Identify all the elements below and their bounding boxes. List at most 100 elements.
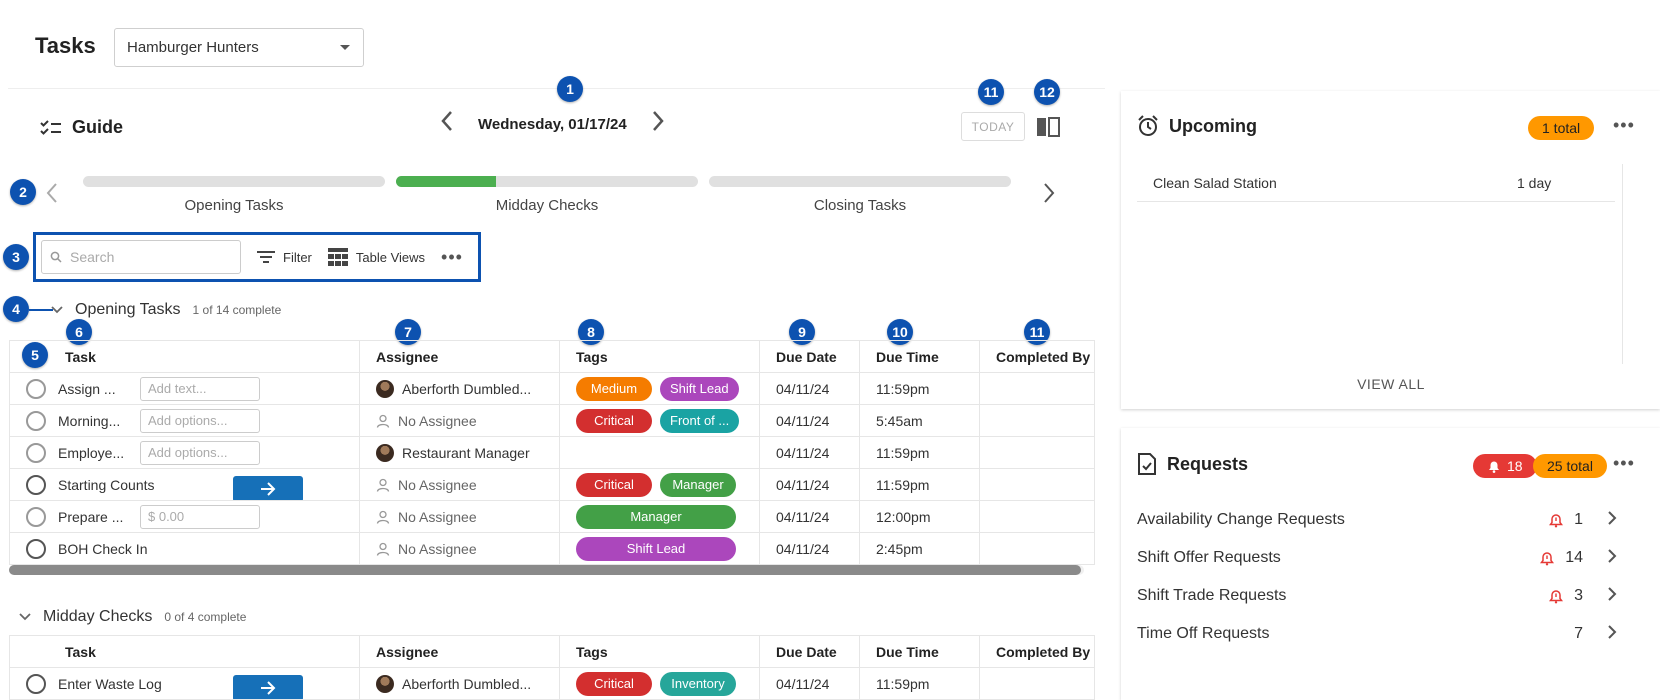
column-header-completed-by[interactable]: Completed By [979, 340, 1095, 373]
location-select-value: Hamburger Hunters [127, 39, 259, 56]
upcoming-total-badge: 1 total [1528, 116, 1595, 140]
date-navigation: Wednesday, 01/17/24 [440, 110, 665, 138]
table-row[interactable]: BOH Check In No Assignee Shift Lead 04/11/2… [9, 532, 1095, 565]
section-midday-checks[interactable]: Midday Checks 0 of 4 complete [19, 608, 246, 626]
section-opening-tasks[interactable]: Opening Tasks 1 of 14 complete [51, 301, 281, 319]
table-row[interactable]: Starting Counts No Assignee Critical Manage… [9, 468, 1095, 501]
column-header-due-time[interactable]: Due Time [859, 340, 980, 373]
table-header-row: Task Assignee Tags Due Date Due Time Com… [9, 635, 1095, 668]
search-placeholder: Search [70, 249, 115, 265]
column-header-task[interactable]: Task [9, 340, 360, 373]
filter-button[interactable]: Filter [257, 250, 312, 265]
task-response-input[interactable]: Add text... [140, 376, 260, 401]
table-row[interactable]: Assign ... Add text... Aberforth Dumbled..… [9, 372, 1095, 405]
open-task-button[interactable] [233, 674, 303, 699]
assignee-name[interactable]: Aberforth Dumbled... [402, 676, 531, 692]
view-all-link[interactable]: VIEW ALL [1121, 376, 1660, 392]
task-name[interactable]: BOH Check In [58, 541, 258, 557]
complete-checkbox[interactable] [26, 673, 46, 694]
assignee-name[interactable]: Aberforth Dumbled... [402, 381, 531, 397]
scrollbar-thumb[interactable] [9, 565, 1081, 575]
assignee-name[interactable]: No Assignee [398, 541, 477, 557]
tasks-page: Tasks Hamburger Hunters Guide Wednesday,… [0, 0, 1660, 700]
due-date: 04/11/24 [759, 436, 860, 469]
chevron-right-icon[interactable] [1583, 585, 1617, 606]
task-name[interactable]: Enter Waste Log [58, 676, 258, 692]
request-row[interactable]: Shift Offer Requests 14 [1137, 547, 1617, 568]
arrow-right-icon [261, 680, 276, 695]
location-select[interactable]: Hamburger Hunters [114, 28, 364, 67]
complete-checkbox[interactable] [26, 506, 46, 527]
complete-checkbox[interactable] [26, 410, 46, 431]
assignee-name[interactable]: Restaurant Manager [402, 445, 530, 461]
assignee-name[interactable]: No Assignee [398, 477, 477, 493]
previous-day-icon[interactable] [440, 110, 454, 138]
horizontal-scrollbar[interactable] [9, 565, 1084, 575]
column-header-tags[interactable]: Tags [559, 340, 760, 373]
task-name[interactable]: Prepare ... [58, 509, 128, 525]
request-row[interactable]: Availability Change Requests 1 [1137, 509, 1617, 530]
chevron-right-icon[interactable] [1583, 547, 1617, 568]
complete-checkbox[interactable] [26, 442, 46, 463]
assignee-name[interactable]: No Assignee [398, 413, 477, 429]
task-name[interactable]: Morning... [58, 413, 128, 429]
table-views-button[interactable]: Table Views [327, 248, 425, 266]
upcoming-heading: Upcoming [1137, 115, 1257, 137]
task-name[interactable]: Assign ... [58, 381, 128, 397]
table-row[interactable]: Morning... Add options... No Assignee Criti… [9, 404, 1095, 437]
table-row[interactable]: Employe... Add options... Restaurant Manag… [9, 436, 1095, 469]
complete-checkbox[interactable] [26, 378, 46, 399]
chevron-right-icon[interactable] [1583, 623, 1617, 644]
complete-checkbox[interactable] [26, 474, 46, 495]
search-icon [50, 251, 62, 263]
task-response-input[interactable]: Add options... [140, 440, 260, 465]
more-options-icon[interactable]: ••• [441, 247, 463, 268]
chevron-right-icon[interactable] [1583, 509, 1617, 530]
complete-checkbox[interactable] [26, 538, 46, 559]
stage-midday[interactable]: Midday Checks [396, 176, 698, 214]
next-day-icon[interactable] [651, 110, 665, 138]
task-response-input[interactable]: Add options... [140, 408, 260, 433]
column-header-task[interactable]: Task [9, 635, 360, 668]
bell-alert-icon [1549, 589, 1564, 603]
chevron-left-icon[interactable] [45, 182, 59, 211]
more-options-icon[interactable]: ••• [1613, 115, 1635, 136]
completed-by [979, 468, 1095, 501]
assignee-name[interactable]: No Assignee [398, 509, 477, 525]
panel-layout-icon[interactable] [1036, 117, 1060, 142]
callout-badge: 2 [10, 179, 36, 205]
column-header-completed-by[interactable]: Completed By [979, 635, 1095, 668]
task-name[interactable]: Employe... [58, 445, 128, 461]
search-input[interactable]: Search [41, 240, 241, 274]
upcoming-item-name: Clean Salad Station [1153, 174, 1277, 191]
chevron-right-icon[interactable] [1042, 182, 1056, 211]
request-row[interactable]: Shift Trade Requests 3 [1137, 585, 1617, 606]
due-time: 11:59pm [859, 372, 980, 405]
stage-label: Closing Tasks [813, 197, 907, 214]
stage-closing[interactable]: Closing Tasks [709, 176, 1011, 214]
column-header-tags[interactable]: Tags [559, 635, 760, 668]
task-response-input[interactable]: $ 0.00 [140, 504, 260, 529]
column-header-due-time[interactable]: Due Time [859, 635, 980, 668]
more-options-icon[interactable]: ••• [1613, 453, 1635, 474]
column-header-due-date[interactable]: Due Date [759, 340, 860, 373]
column-header-due-date[interactable]: Due Date [759, 635, 860, 668]
upcoming-item[interactable]: Clean Salad Station 1 day [1137, 164, 1615, 202]
due-time: 11:59pm [859, 667, 980, 700]
open-task-button[interactable] [233, 475, 303, 500]
table-row[interactable]: Enter Waste Log Aberforth Dumbled... Criti… [9, 667, 1095, 700]
document-check-icon [1138, 453, 1156, 475]
stage-opening[interactable]: Opening Tasks [83, 176, 385, 214]
request-count: 7 [1574, 624, 1583, 642]
requests-heading: Requests [1137, 453, 1248, 475]
upcoming-item-when: 1 day [1517, 174, 1552, 191]
table-row[interactable]: Prepare ... $ 0.00 No Assignee Manager 04/11… [9, 500, 1095, 533]
column-header-assignee[interactable]: Assignee [359, 635, 560, 668]
request-name: Time Off Requests [1137, 624, 1270, 642]
request-row[interactable]: Time Off Requests 7 [1137, 623, 1617, 644]
completed-by [979, 500, 1095, 533]
task-name[interactable]: Starting Counts [58, 477, 258, 493]
today-button[interactable]: TODAY [961, 112, 1025, 141]
callout-badge: 11 [978, 79, 1004, 105]
column-header-assignee[interactable]: Assignee [359, 340, 560, 373]
